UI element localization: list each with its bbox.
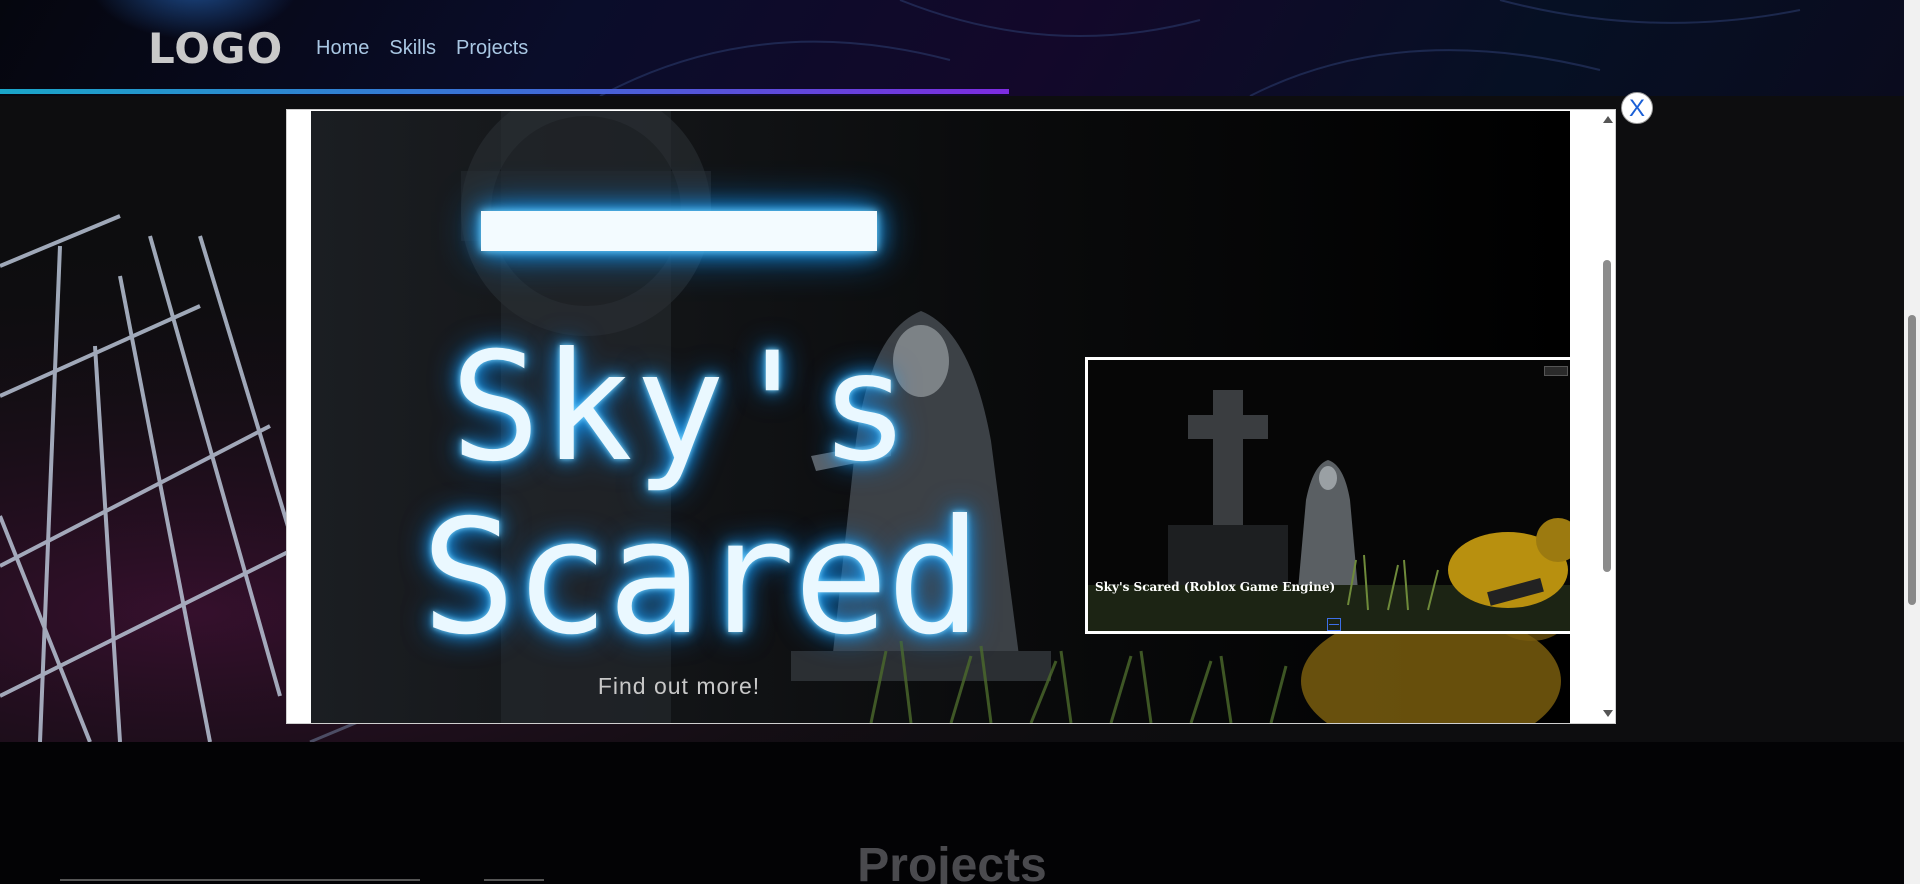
game-title-line2: Scared [421, 486, 982, 670]
page-scrollbar[interactable] [1904, 0, 1920, 884]
scroll-up-arrow-icon[interactable] [1603, 116, 1613, 123]
scroll-down-arrow-icon[interactable] [1603, 710, 1613, 717]
site-header: LOGO Home Skills Projects [0, 0, 1904, 96]
project-modal: Sky's Scared Find out more! Sky's Scared… [286, 109, 1616, 724]
video-control-icon[interactable] [1327, 618, 1341, 631]
project-showcase: Sky's Scared Find out more! Sky's Scared… [311, 111, 1570, 723]
modal-scroll-thumb[interactable] [1603, 260, 1611, 572]
nav-skills-link[interactable]: Skills [389, 37, 436, 60]
title-glow-bar [481, 211, 877, 251]
header-decoration [599, 0, 1801, 96]
nav-home-link[interactable]: Home [316, 37, 369, 60]
modal-scrollbar[interactable] [1599, 110, 1615, 723]
nav-projects-link[interactable]: Projects [456, 37, 528, 60]
video-badge-icon [1544, 366, 1568, 376]
project-card-edge [60, 879, 420, 881]
scroll-progress-bar [0, 89, 1904, 94]
page-scroll-thumb[interactable] [1908, 315, 1916, 605]
main-nav: Home Skills Projects [316, 37, 528, 60]
projects-section-title: Projects [857, 839, 1047, 884]
scroll-progress-fill [0, 89, 1010, 94]
video-caption: Sky's Scared (Roblox Game Engine) [1095, 580, 1336, 594]
game-title-line1: Sky's [450, 321, 912, 495]
project-card-edge [484, 879, 544, 881]
find-out-more-link[interactable]: Find out more! [481, 673, 877, 700]
site-logo[interactable]: LOGO [148, 24, 283, 73]
portfolio-page: Projects LOGO Home Skills Projects Sky's… [0, 0, 1920, 884]
modal-close-button[interactable]: X [1621, 92, 1653, 124]
video-preview[interactable]: Sky's Scared (Roblox Game Engine) [1085, 357, 1570, 634]
